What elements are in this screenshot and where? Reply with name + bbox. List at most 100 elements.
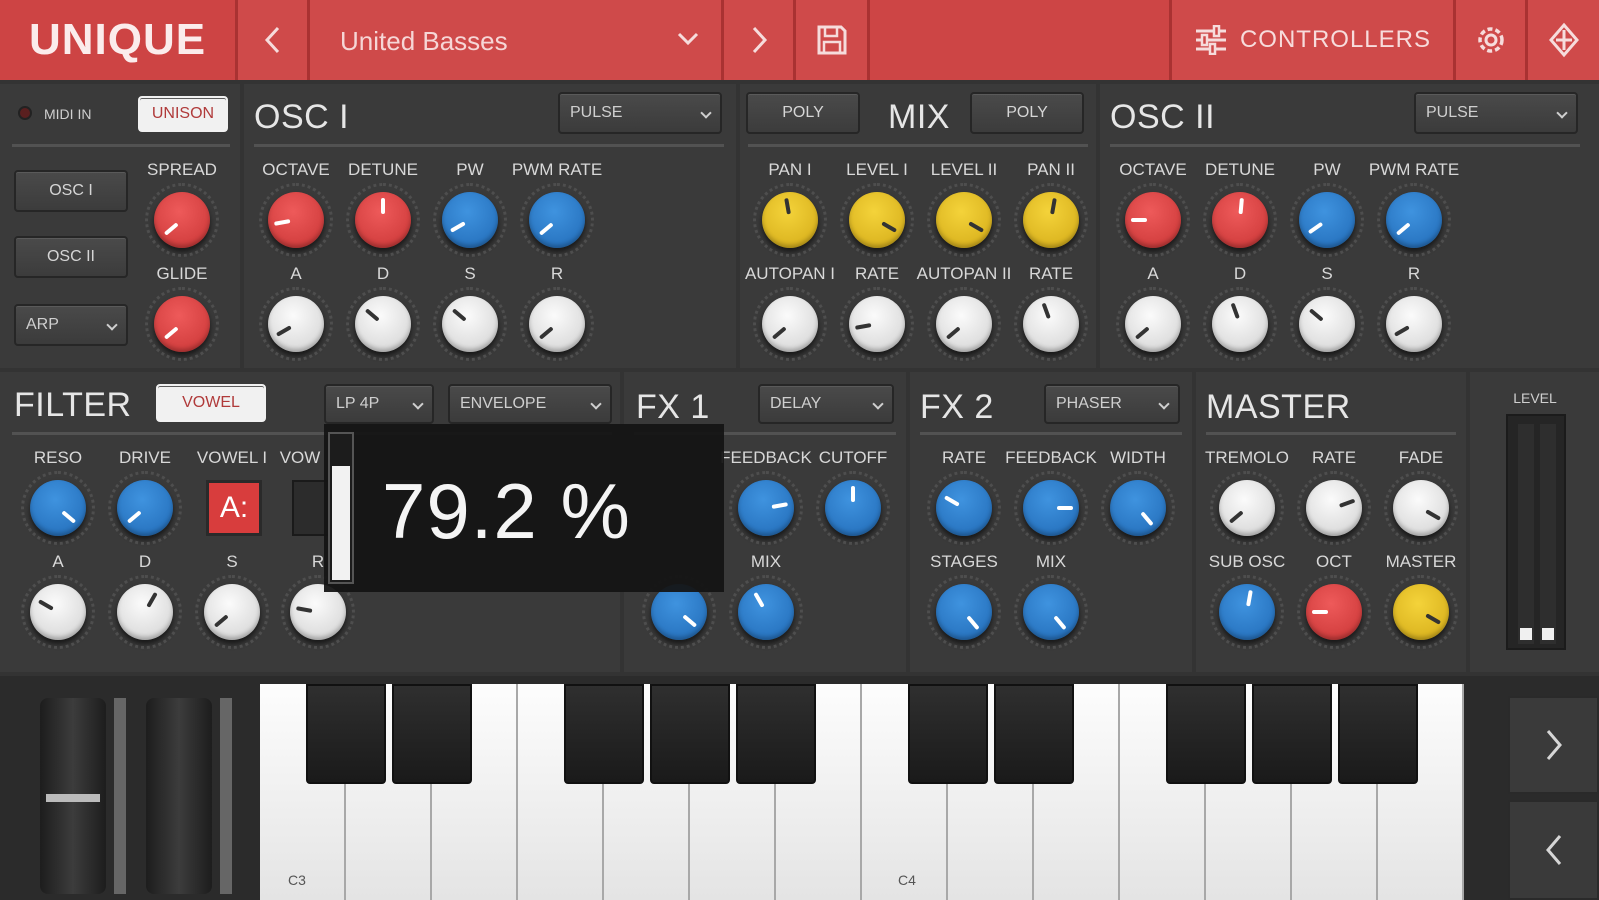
osc1-attack-knob[interactable] (259, 287, 333, 361)
osc1-detune-knob[interactable] (346, 183, 420, 257)
glide-knob[interactable] (145, 287, 219, 361)
arp-select-value: ARP (26, 316, 59, 333)
osc2-pwm-rate-knob[interactable] (1377, 183, 1451, 257)
autopan2-rate-knob[interactable] (1014, 287, 1088, 361)
chevron-down-icon (106, 319, 118, 331)
reso-knob[interactable] (21, 471, 95, 545)
black-key[interactable] (306, 684, 386, 784)
preset-selector[interactable]: United Basses (310, 0, 724, 80)
black-key[interactable] (650, 684, 730, 784)
osc2-sustain-knob[interactable] (1290, 287, 1364, 361)
autopan1-knob[interactable] (753, 287, 827, 361)
autopan2-knob[interactable] (927, 287, 1001, 361)
chevron-down-icon (1158, 398, 1170, 410)
filter-mod-select[interactable]: ENVELOPE (448, 384, 612, 424)
top-bar-spacer (870, 0, 1172, 80)
fx1-type-select[interactable]: DELAY (758, 384, 894, 424)
save-preset-button[interactable] (796, 0, 870, 80)
fx2-width-knob[interactable] (1101, 471, 1175, 545)
filter-type-select[interactable]: LP 4P (324, 384, 434, 424)
fx2-feedback-knob[interactable] (1014, 471, 1088, 545)
osc2-decay-knob[interactable] (1203, 287, 1277, 361)
osc1-pwm-rate-knob[interactable] (520, 183, 594, 257)
fx2-rate-knob[interactable] (927, 471, 1001, 545)
osc1-release-label: R (550, 264, 564, 283)
fx1-rate-knob[interactable] (642, 575, 716, 649)
osc1-sustain-knob[interactable] (433, 287, 507, 361)
osc1-button[interactable]: OSC I (14, 170, 128, 212)
autopan2-rate-label: RATE (1028, 264, 1074, 283)
autopan1-rate-knob[interactable] (840, 287, 914, 361)
fx1-cutoff-knob[interactable] (816, 471, 890, 545)
osc2-release-knob[interactable] (1377, 287, 1451, 361)
chevron-left-icon (1545, 835, 1561, 865)
mix-title: MIX (888, 98, 950, 136)
spread-knob[interactable] (145, 183, 219, 257)
controllers-button[interactable]: CONTROLLERS (1172, 0, 1456, 80)
level2-knob[interactable] (927, 183, 1001, 257)
black-key[interactable] (1252, 684, 1332, 784)
filter-decay-knob[interactable] (108, 575, 182, 649)
preset-name: United Basses (340, 26, 508, 56)
next-preset-button[interactable] (724, 0, 796, 80)
tremolo-knob[interactable] (1210, 471, 1284, 545)
value-popup: 79.2 % (324, 424, 724, 592)
black-key[interactable] (1338, 684, 1418, 784)
mod-wheel[interactable] (146, 698, 212, 894)
filter-attack-knob[interactable] (21, 575, 95, 649)
osc2-detune-knob[interactable] (1203, 183, 1277, 257)
fade-knob[interactable] (1384, 471, 1458, 545)
mod-wheel-rail (220, 698, 232, 894)
mix-poly-left-button[interactable]: POLY (746, 92, 860, 134)
osc1-decay-knob[interactable] (346, 287, 420, 361)
osc1-pw-knob[interactable] (433, 183, 507, 257)
link-button[interactable] (1528, 0, 1599, 80)
vowel-toggle[interactable]: VOWEL (156, 384, 266, 422)
pan1-knob[interactable] (753, 183, 827, 257)
black-key[interactable] (1166, 684, 1246, 784)
settings-button[interactable] (1456, 0, 1528, 80)
fx2-stages-knob[interactable] (927, 575, 1001, 649)
level1-knob[interactable] (840, 183, 914, 257)
osc1-waveform-value: PULSE (570, 104, 623, 121)
unison-button[interactable]: UNISON (138, 96, 228, 132)
fx2-type-select[interactable]: PHASER (1044, 384, 1180, 424)
oct-knob[interactable] (1297, 575, 1371, 649)
black-key[interactable] (392, 684, 472, 784)
osc2-pw-knob[interactable] (1290, 183, 1364, 257)
black-key[interactable] (994, 684, 1074, 784)
drive-knob[interactable] (108, 471, 182, 545)
black-key[interactable] (736, 684, 816, 784)
master-volume-knob[interactable] (1384, 575, 1458, 649)
arp-select[interactable]: ARP (14, 304, 128, 346)
master-volume-label: MASTER (1385, 552, 1457, 571)
fx1-feedback-knob[interactable] (729, 471, 803, 545)
prev-preset-button[interactable] (238, 0, 310, 80)
osc2-button[interactable]: OSC II (14, 236, 128, 278)
fx1-mix-knob[interactable] (729, 575, 803, 649)
black-key[interactable] (908, 684, 988, 784)
divider (254, 144, 724, 147)
osc1-octave-knob[interactable] (259, 183, 333, 257)
osc1-waveform-select[interactable]: PULSE (558, 92, 722, 134)
mix-poly-right-button[interactable]: POLY (970, 92, 1084, 134)
fx2-mix-knob[interactable] (1014, 575, 1088, 649)
osc1-release-knob[interactable] (520, 287, 594, 361)
osc2-octave-knob[interactable] (1116, 183, 1190, 257)
pan2-knob[interactable] (1014, 183, 1088, 257)
vowel1-selector[interactable]: A: (206, 480, 262, 536)
filter-release-knob[interactable] (281, 575, 355, 649)
filter-mod-value: ENVELOPE (460, 395, 547, 412)
octave-up-button[interactable] (1508, 696, 1599, 794)
level-meter-right-fill (1542, 628, 1554, 640)
octave-down-button[interactable] (1508, 800, 1599, 900)
pitch-wheel[interactable] (40, 698, 106, 894)
sub-osc-knob[interactable] (1210, 575, 1284, 649)
tremolo-rate-knob[interactable] (1297, 471, 1371, 545)
osc2-attack-knob[interactable] (1116, 287, 1190, 361)
filter-sustain-knob[interactable] (195, 575, 269, 649)
master-title: MASTER (1206, 388, 1351, 426)
black-key[interactable] (564, 684, 644, 784)
osc2-waveform-select[interactable]: PULSE (1414, 92, 1578, 134)
chevron-right-icon (1546, 730, 1562, 760)
